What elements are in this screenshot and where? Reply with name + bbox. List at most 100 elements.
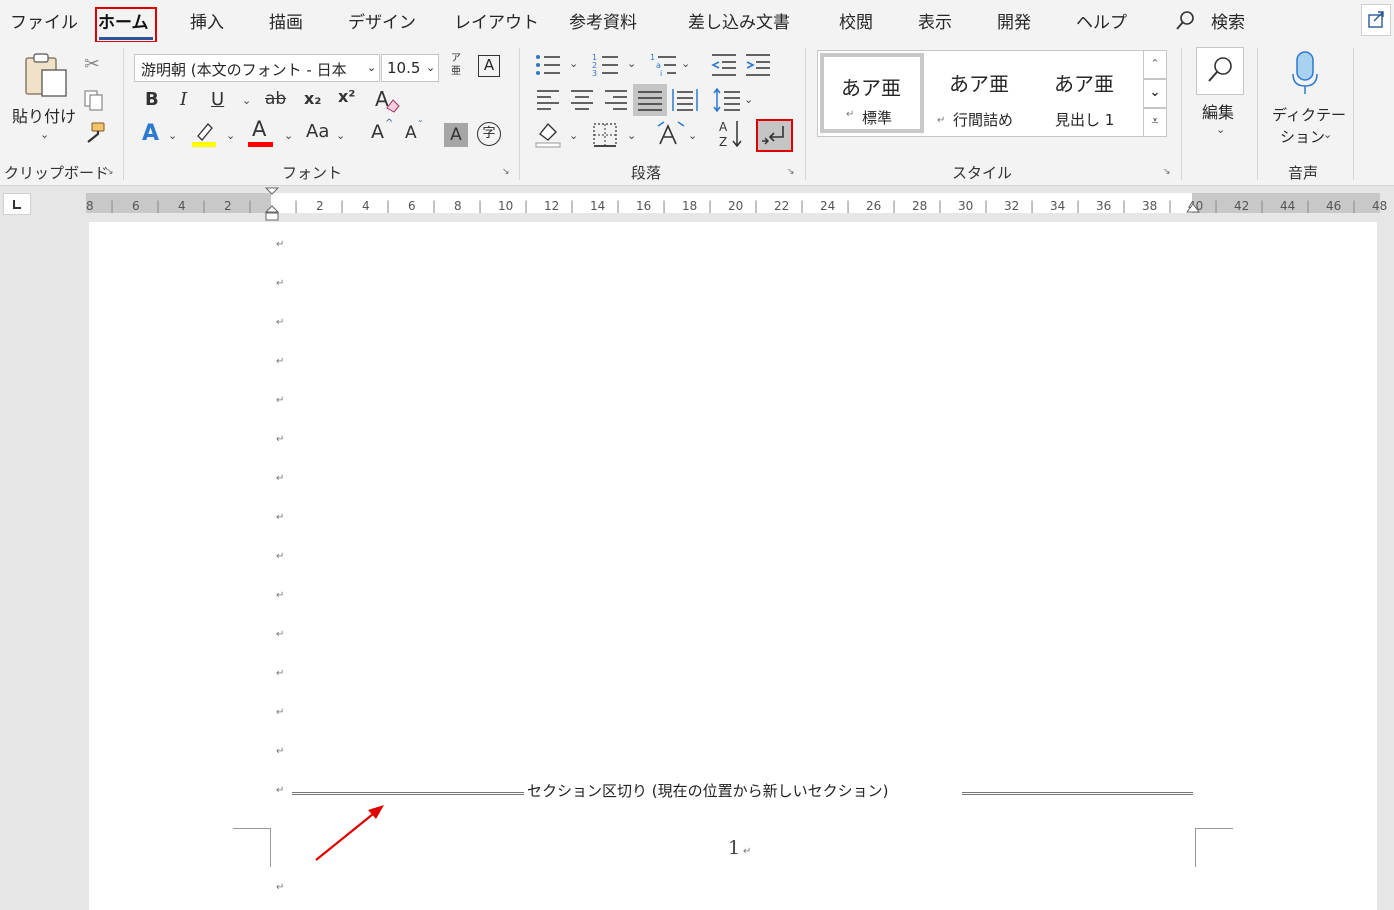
highlight-color-icon[interactable] — [190, 120, 218, 148]
paragraph-launcher-icon[interactable]: ↘ — [787, 167, 795, 177]
grow-font-icon[interactable]: A — [371, 123, 384, 142]
paste-dropdown-icon[interactable]: ⌄ — [40, 128, 49, 141]
tab-draw[interactable]: 描画 — [269, 8, 303, 33]
ruler-tick-label: 12 — [544, 199, 560, 213]
microphone-icon[interactable] — [1288, 50, 1322, 98]
font-name-dropdown-icon[interactable]: ⌄ — [367, 61, 376, 74]
dictation-label-2[interactable]: ション — [1280, 126, 1325, 147]
paragraph-mark: ↵ — [276, 239, 285, 250]
style-normal[interactable]: あア亜 ↵ 標準 — [820, 53, 924, 133]
distributed-icon[interactable] — [671, 86, 699, 114]
change-case-icon[interactable]: Aa — [306, 123, 329, 141]
right-indent-marker-icon[interactable] — [1185, 202, 1201, 216]
shrink-font-icon[interactable]: A — [405, 125, 417, 142]
bullets-dropdown-icon[interactable]: ⌄ — [569, 57, 578, 70]
italic-icon[interactable]: I — [180, 91, 187, 109]
editing-label[interactable]: 編集 — [1202, 99, 1234, 123]
page-corner-mark-right — [1195, 828, 1233, 867]
search-label[interactable]: 検索 — [1211, 8, 1245, 33]
font-launcher-icon[interactable]: ↘ — [502, 167, 510, 177]
paste-icon[interactable] — [22, 52, 70, 100]
change-case-dropdown-icon[interactable]: ⌄ — [336, 129, 345, 142]
copy-icon[interactable] — [82, 89, 106, 113]
decrease-indent-icon[interactable] — [710, 52, 738, 78]
show-formatting-marks-button[interactable] — [756, 119, 793, 152]
font-size-combobox[interactable]: 10.5 ⌄ — [381, 54, 439, 82]
tab-review[interactable]: 校閲 — [839, 8, 873, 33]
font-color-icon[interactable]: A — [252, 119, 266, 140]
highlight-dropdown-icon[interactable]: ⌄ — [226, 129, 235, 142]
ruler-minor-tick: | — [1214, 199, 1219, 213]
increase-indent-icon[interactable] — [744, 52, 772, 78]
borders-dropdown-icon[interactable]: ⌄ — [627, 129, 636, 142]
cut-icon[interactable]: ✂ — [84, 55, 100, 74]
strikethrough-icon[interactable]: ab — [265, 91, 286, 108]
clear-formatting-icon[interactable]: A — [373, 86, 401, 114]
enclose-characters-icon[interactable]: 字 — [477, 122, 501, 146]
clipboard-launcher-icon[interactable]: ↘ — [106, 167, 114, 177]
tab-design[interactable]: デザイン — [348, 8, 416, 33]
asian-layout-dropdown-icon[interactable]: ⌄ — [688, 129, 697, 142]
font-color-dropdown-icon[interactable]: ⌄ — [284, 129, 293, 142]
font-size-dropdown-icon[interactable]: ⌄ — [426, 61, 435, 74]
borders-icon[interactable] — [592, 122, 618, 148]
numbering-icon[interactable]: 123 — [592, 52, 620, 78]
dictation-dropdown-icon[interactable]: ⌄ — [1323, 128, 1332, 141]
dictation-label-1[interactable]: ディクテー — [1272, 104, 1346, 125]
asian-layout-icon[interactable] — [656, 120, 688, 148]
styles-scroll-up-button[interactable]: ⌃ — [1143, 50, 1167, 79]
align-left-icon[interactable] — [535, 88, 561, 112]
format-painter-icon[interactable] — [82, 120, 108, 146]
styles-scroll-down-button[interactable]: ⌄ — [1143, 79, 1167, 108]
tab-layout[interactable]: レイアウト — [454, 8, 539, 33]
editing-button[interactable] — [1196, 47, 1244, 95]
text-effects-icon[interactable]: A — [142, 123, 159, 145]
tab-selector-button[interactable] — [3, 193, 31, 215]
paragraph-mark-icon: ↵ — [937, 115, 946, 126]
multilevel-list-icon[interactable]: 1ai — [650, 52, 678, 78]
bullets-icon[interactable] — [534, 52, 562, 78]
style-heading1[interactable]: あア亜 見出し 1 — [1036, 53, 1140, 133]
share-button[interactable] — [1361, 4, 1391, 36]
underline-icon[interactable]: U — [211, 91, 224, 109]
line-spacing-icon[interactable] — [712, 86, 742, 114]
tab-mailings[interactable]: 差し込み文書 — [688, 8, 790, 33]
superscript-icon[interactable]: x² — [338, 89, 355, 105]
paste-label[interactable]: 貼り付け — [12, 103, 76, 127]
numbering-dropdown-icon[interactable]: ⌄ — [627, 57, 636, 70]
ruler-minor-tick: | — [386, 199, 391, 213]
subscript-icon[interactable]: x₂ — [304, 91, 321, 107]
tab-view[interactable]: 表示 — [918, 8, 952, 33]
styles-more-button[interactable]: ⩡ — [1143, 108, 1167, 137]
editing-dropdown-icon[interactable]: ⌄ — [1216, 123, 1225, 136]
character-border-icon[interactable]: A — [478, 55, 500, 77]
tab-developer[interactable]: 開発 — [997, 8, 1031, 33]
sort-icon[interactable]: AZ — [717, 118, 747, 150]
shading-icon[interactable] — [534, 120, 562, 148]
justify-button[interactable] — [633, 84, 667, 116]
ruler-tick-label: 16 — [636, 199, 652, 213]
style-no-spacing[interactable]: あア亜 ↵ 行間詰め — [928, 53, 1032, 133]
align-right-icon[interactable] — [603, 88, 629, 112]
text-effects-dropdown-icon[interactable]: ⌄ — [168, 129, 177, 142]
line-spacing-dropdown-icon[interactable]: ⌄ — [744, 93, 753, 106]
underline-dropdown-icon[interactable]: ⌄ — [242, 94, 251, 107]
bold-icon[interactable]: B — [145, 91, 159, 109]
shading-dropdown-icon[interactable]: ⌄ — [569, 129, 578, 142]
font-name-combobox[interactable]: 游明朝 (本文のフォント - 日本 ⌄ — [134, 54, 380, 82]
tab-file[interactable]: ファイル — [10, 8, 78, 33]
ruler-tick-label: 48 — [1372, 199, 1388, 213]
character-shading-icon[interactable]: A — [444, 123, 468, 147]
indent-markers-icon[interactable] — [264, 186, 280, 222]
align-center-icon[interactable] — [569, 88, 595, 112]
justify-icon — [638, 91, 662, 111]
multilevel-dropdown-icon[interactable]: ⌄ — [681, 57, 690, 70]
style-name: 標準 — [862, 109, 893, 127]
phonetic-guide-icon[interactable]: ア 亜 — [448, 52, 464, 82]
styles-launcher-icon[interactable]: ↘ — [1163, 167, 1171, 177]
tab-insert[interactable]: 挿入 — [190, 8, 224, 33]
search-icon[interactable] — [1174, 10, 1196, 32]
tab-help[interactable]: ヘルプ — [1076, 8, 1127, 33]
tab-references[interactable]: 参考資料 — [569, 8, 637, 33]
paragraph-mark: ↵ — [276, 317, 285, 328]
